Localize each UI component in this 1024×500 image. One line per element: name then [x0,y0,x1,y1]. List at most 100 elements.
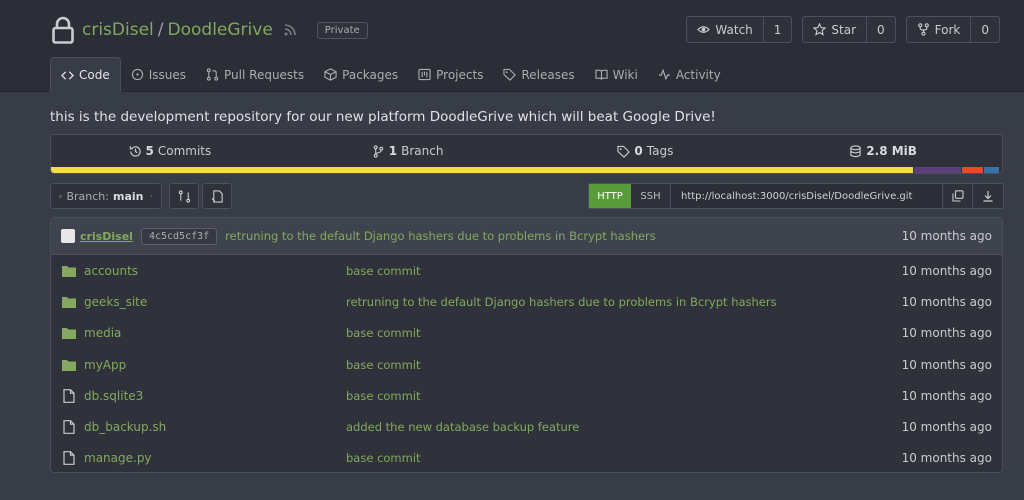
language-segment[interactable] [51,167,913,173]
table-row[interactable]: media base commit 10 months ago [51,318,1002,349]
ssh-clone-button[interactable]: SSH [631,184,671,208]
table-row[interactable]: geeks_site retruning to the default Djang… [51,286,1002,317]
file-name-link[interactable]: myApp [84,358,346,372]
file-commit-message[interactable]: base commit [346,358,421,372]
watch-count[interactable]: 1 [764,17,792,42]
repo-name-link[interactable]: DoodleGrive [168,20,273,40]
download-button[interactable] [973,184,1003,208]
tab-issues-label: Issues [148,67,187,82]
go-to-file-button[interactable] [202,183,232,209]
eye-icon [697,26,711,33]
latest-commit-bar: crisDisel 4c5cd5cf3f retruning to the de… [51,218,1002,255]
language-segment[interactable] [983,167,1000,173]
copy-url-button[interactable] [943,184,973,208]
tab-code-label: Code [79,68,110,82]
repo-size: 2.8 MiB [866,144,917,158]
file-name-link[interactable]: geeks_site [84,295,346,309]
tab-projects-label: Projects [436,67,484,82]
table-row[interactable]: accounts base commit 10 months ago [51,255,1002,286]
tab-pull-requests[interactable]: Pull Requests [196,57,314,92]
tab-activity-label: Activity [675,67,721,82]
pulse-icon [658,68,670,81]
tab-wiki[interactable]: Wiki [585,57,648,92]
repo-separator: / [157,20,164,40]
language-bar[interactable] [51,167,1002,173]
commits-label: Commits [157,144,212,158]
file-search-icon [211,189,223,203]
fork-label: Fork [934,22,961,37]
tab-packages-label: Packages [342,67,399,82]
commit-time: 10 months ago [901,229,992,243]
pull-request-icon [206,68,219,81]
tags-stat[interactable]: 0 Tags [527,144,765,158]
star-icon [813,23,827,36]
watch-button[interactable]: Watch 1 [686,16,793,43]
file-commit-message[interactable]: base commit [346,326,421,340]
table-row[interactable]: db_backup.sh added the new database backu… [51,411,1002,442]
fork-button[interactable]: Fork 0 [905,16,1000,43]
file-list: crisDisel 4c5cd5cf3f retruning to the de… [50,217,1003,473]
table-row[interactable]: manage.py base commit 10 months ago [51,443,1002,472]
file-name-link[interactable]: media [84,326,346,340]
compare-icon [178,189,190,203]
language-segment[interactable] [962,167,983,173]
tab-code[interactable]: Code [50,57,121,92]
file-commit-time: 10 months ago [901,420,992,435]
file-commit-message[interactable]: base commit [346,264,421,278]
database-icon [850,144,861,157]
star-count[interactable]: 0 [867,17,895,42]
tab-packages[interactable]: Packages [314,57,408,92]
branch-selector[interactable]: Branch: main [50,183,162,209]
copy-icon [951,190,964,202]
repo-owner-link[interactable]: crisDisel [82,20,154,40]
file-name-link[interactable]: db.sqlite3 [84,389,346,403]
commits-count: 5 [145,144,154,158]
file-name-link[interactable]: manage.py [84,451,346,465]
size-stat: 2.8 MiB [764,144,1002,158]
file-commit-time: 10 months ago [901,357,992,372]
file-commit-message[interactable]: base commit [346,389,421,403]
tab-issues[interactable]: Issues [121,57,196,92]
tab-pull-requests-label: Pull Requests [224,67,305,82]
file-name-link[interactable]: db_backup.sh [84,420,346,434]
code-icon [61,70,74,80]
history-icon [129,145,141,157]
folder-icon [62,359,76,371]
caret-down-icon [150,195,153,197]
tab-activity[interactable]: Activity [648,57,731,92]
table-row[interactable]: myApp base commit 10 months ago [51,349,1002,380]
clone-panel: HTTP SSH http://localhost:3000/crisDisel… [588,183,1004,209]
star-label: Star [831,22,857,37]
file-icon [63,420,75,435]
branch-icon [373,144,384,158]
http-clone-button[interactable]: HTTP [589,184,631,208]
fork-count[interactable]: 0 [971,17,999,42]
file-commit-message[interactable]: retruning to the default Django hashers … [346,295,777,309]
file-name-link[interactable]: accounts [84,264,346,278]
book-icon [594,69,608,80]
repo-header: crisDisel / DoodleGrive Private Watch 1 St… [0,0,1024,92]
commit-sha[interactable]: 4c5cd5cf3f [140,227,218,245]
tab-projects[interactable]: Projects [408,57,493,92]
commits-stat[interactable]: 5 Commits [51,144,289,158]
rss-icon[interactable] [283,23,297,37]
avatar[interactable] [61,229,75,243]
repo-description: this is the development repository for o… [50,109,716,125]
tab-releases-label: Releases [521,67,575,82]
commit-message[interactable]: retruning to the default Django hashers … [225,229,656,243]
file-commit-message[interactable]: added the new database backup feature [346,420,579,434]
star-button[interactable]: Star 0 [802,16,896,43]
file-commit-message[interactable]: base commit [346,451,421,465]
branch-stat[interactable]: 1 Branch [289,144,527,158]
file-icon [63,451,75,466]
lock-icon [52,16,74,44]
file-commit-time: 10 months ago [901,326,992,341]
file-icon [63,388,75,403]
tab-releases[interactable]: Releases [493,57,584,92]
table-row[interactable]: db.sqlite3 base commit 10 months ago [51,380,1002,411]
folder-icon [62,328,76,340]
commit-author[interactable]: crisDisel [80,230,133,243]
compare-button[interactable] [169,183,199,209]
clone-url-field[interactable]: http://localhost:3000/crisDisel/DoodleGr… [671,184,943,208]
language-segment[interactable] [913,167,962,173]
